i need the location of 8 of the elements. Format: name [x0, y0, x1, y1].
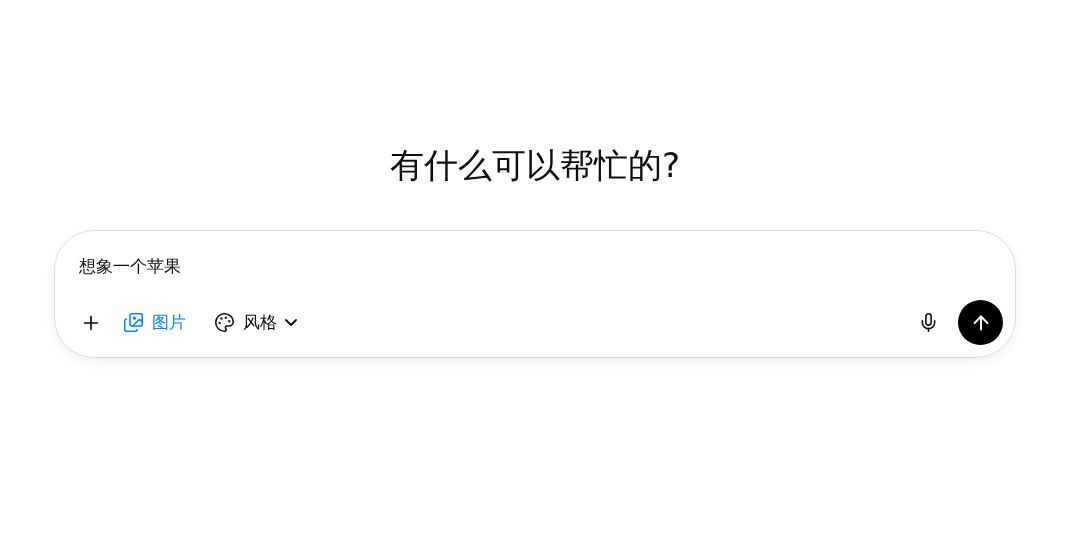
caret-icon: [285, 319, 297, 326]
palette-icon: [214, 312, 235, 333]
style-tool-button[interactable]: 风格: [206, 304, 305, 341]
image-tool-button[interactable]: 图片: [115, 304, 194, 341]
prompt-field[interactable]: 想象一个苹果: [79, 253, 991, 279]
send-button[interactable]: [958, 300, 1003, 345]
page-heading: 有什么可以帮忙的?: [389, 144, 680, 187]
images-icon: [123, 312, 144, 333]
